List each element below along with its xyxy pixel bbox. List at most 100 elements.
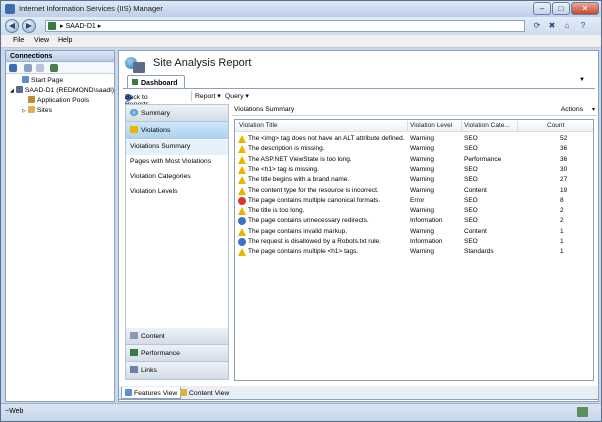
sites-folder-icon [27,106,35,113]
server-icon [15,86,23,93]
address-field[interactable]: ▸ SAAD-D1 ▸ [45,20,525,32]
cell-count: 19 [560,186,568,194]
help-icon[interactable]: ? [577,20,589,32]
chevron-down-icon[interactable]: ▾ [592,106,595,113]
actions-menu[interactable]: Actions [561,106,583,113]
forward-nav-button[interactable]: ▶ [22,19,36,33]
col-violation-title[interactable]: Violation Title [239,122,278,129]
content-view-tab[interactable]: Content View [177,387,232,399]
expand-icon[interactable]: ▷ [22,108,26,114]
menu-help[interactable]: Help [58,37,72,44]
table-row[interactable]: The title is too long. Warning SEO 2 [235,206,593,216]
col-violation-category[interactable]: Violation Cate... [464,122,510,129]
nav-violation-levels[interactable]: Violation Levels [126,185,228,200]
col-count[interactable]: Count [547,122,564,129]
close-button[interactable]: ✕ [571,2,599,15]
report-menu[interactable]: Report ▾ [195,92,221,100]
cell-violation-title: The page contains multiple canonical for… [248,196,381,204]
table-row[interactable]: The request is disallowed by a Robots.tx… [235,237,593,247]
cell-violation-title: The ASP.NET ViewState is too long. [248,155,352,163]
table-row[interactable]: The content type for the resource is inc… [235,186,593,196]
nav-content[interactable]: Content [126,328,228,345]
cell-count: 2 [560,217,564,225]
minimize-button[interactable]: – [533,2,551,15]
table-row[interactable]: The page contains invalid markup. Warning… [235,227,593,237]
maximize-button[interactable]: □ [552,2,570,15]
collapse-icon[interactable]: ◢ [10,88,14,94]
cell-violation-title: The <img> tag does not have an ALT attri… [248,135,405,142]
cell-count: 52 [560,135,568,142]
cell-violation-level: Information [410,238,443,245]
table-header: Violation Title Violation Level Violatio… [235,120,593,132]
menu-file[interactable]: File [13,37,24,44]
table-row[interactable]: The description is missing. Warning SEO 36 [235,144,593,154]
stop-icon[interactable]: ✖ [546,20,558,32]
menu-view[interactable]: View [34,37,49,44]
cell-violation-title: The <h1> tag is missing. [248,165,319,173]
nav-pages-most-violations[interactable]: Pages with Most Violations [126,155,228,170]
main-pane: Site Analysis Report Dashboard ▼ Back to… [118,50,599,402]
cell-violation-title: The title is too long. [248,207,305,215]
save-icon[interactable] [24,64,32,72]
cell-count: 1 [560,248,564,256]
col-violation-level[interactable]: Violation Level [410,122,452,129]
network-status-icon [577,407,588,417]
tab-dashboard[interactable]: Dashboard [127,75,185,89]
warning-icon [238,145,246,154]
title-bar: Internet Information Services (IIS) Mana… [1,1,601,17]
table-row[interactable]: The page contains multiple canonical for… [235,196,593,206]
iis-manager-window: Internet Information Services (IIS) Mana… [0,0,602,422]
cell-violation-level: Warning [410,145,434,153]
table-row[interactable]: The ASP.NET ViewState is too long. Warnin… [235,155,593,165]
cell-violation-title: The title begins with a brand name. [248,176,350,184]
warning-icon [130,126,138,133]
table-row[interactable]: The page contains multiple <h1> tags. War… [235,247,593,257]
tree-item-server[interactable]: ◢ SAAD-D1 (REDMOND\saadl) [10,86,114,94]
tree-item-sites[interactable]: ▷ Sites [22,106,52,114]
nav-performance[interactable]: Performance [126,345,228,362]
tree-item-application-pools[interactable]: Application Pools [28,96,89,104]
view-tabs: Features View Content View [118,386,599,400]
connect-icon[interactable] [9,64,17,72]
home-icon[interactable]: ⌂ [561,20,573,32]
cell-violation-level: Warning [410,165,434,173]
status-text: ~Web [5,408,24,415]
delete-connection-icon[interactable] [50,64,58,72]
cell-violation-level: Information [410,217,443,225]
content-icon [130,332,138,339]
table-row[interactable]: The <img> tag does not have an ALT attri… [235,134,593,144]
status-bar: ~Web [1,403,601,421]
nav-links[interactable]: Links [126,362,228,380]
nav-summary[interactable]: Summary [126,105,228,122]
summary-icon [130,109,138,116]
tree-item-start-page[interactable]: Start Page [22,76,63,84]
nav-violations-summary[interactable]: Violations Summary [126,140,228,155]
nav-violations[interactable]: Violations [126,122,228,139]
warning-icon [238,248,246,257]
table-row[interactable]: The <h1> tag is missing. Warning SEO 30 [235,165,593,175]
up-icon[interactable] [36,64,44,72]
warning-icon [238,165,246,174]
report-toolbar: Back to Reports Report ▾ Query ▾ [125,91,249,108]
back-nav-button[interactable]: ◀ [5,19,19,33]
site-analysis-icon [125,57,145,73]
refresh-icon[interactable]: ⟳ [531,20,543,32]
warning-icon [238,207,246,216]
cell-violation-category: SEO [464,196,478,204]
tab-list-dropdown[interactable]: ▼ [579,77,585,83]
cell-count: 1 [560,227,564,235]
cell-count: 30 [560,165,568,173]
address-crumb[interactable]: ▸ SAAD-D1 ▸ [60,22,101,30]
cell-violation-level: Warning [410,176,434,184]
table-row[interactable]: The title begins with a brand name. Warni… [235,175,593,185]
nav-violation-categories[interactable]: Violation Categories [126,170,228,185]
features-view-tab[interactable]: Features View [121,387,182,399]
features-view-icon [125,389,132,396]
connections-header: Connections [6,51,114,62]
violations-summary-header: Violations Summary Actions ▾ [232,104,597,116]
cell-violation-category: SEO [464,176,478,184]
cell-violation-category: SEO [464,217,478,225]
query-menu[interactable]: Query ▾ [225,92,249,100]
menu-bar: File View Help [1,35,601,48]
table-row[interactable]: The page contains unnecessary redirects.… [235,216,593,226]
